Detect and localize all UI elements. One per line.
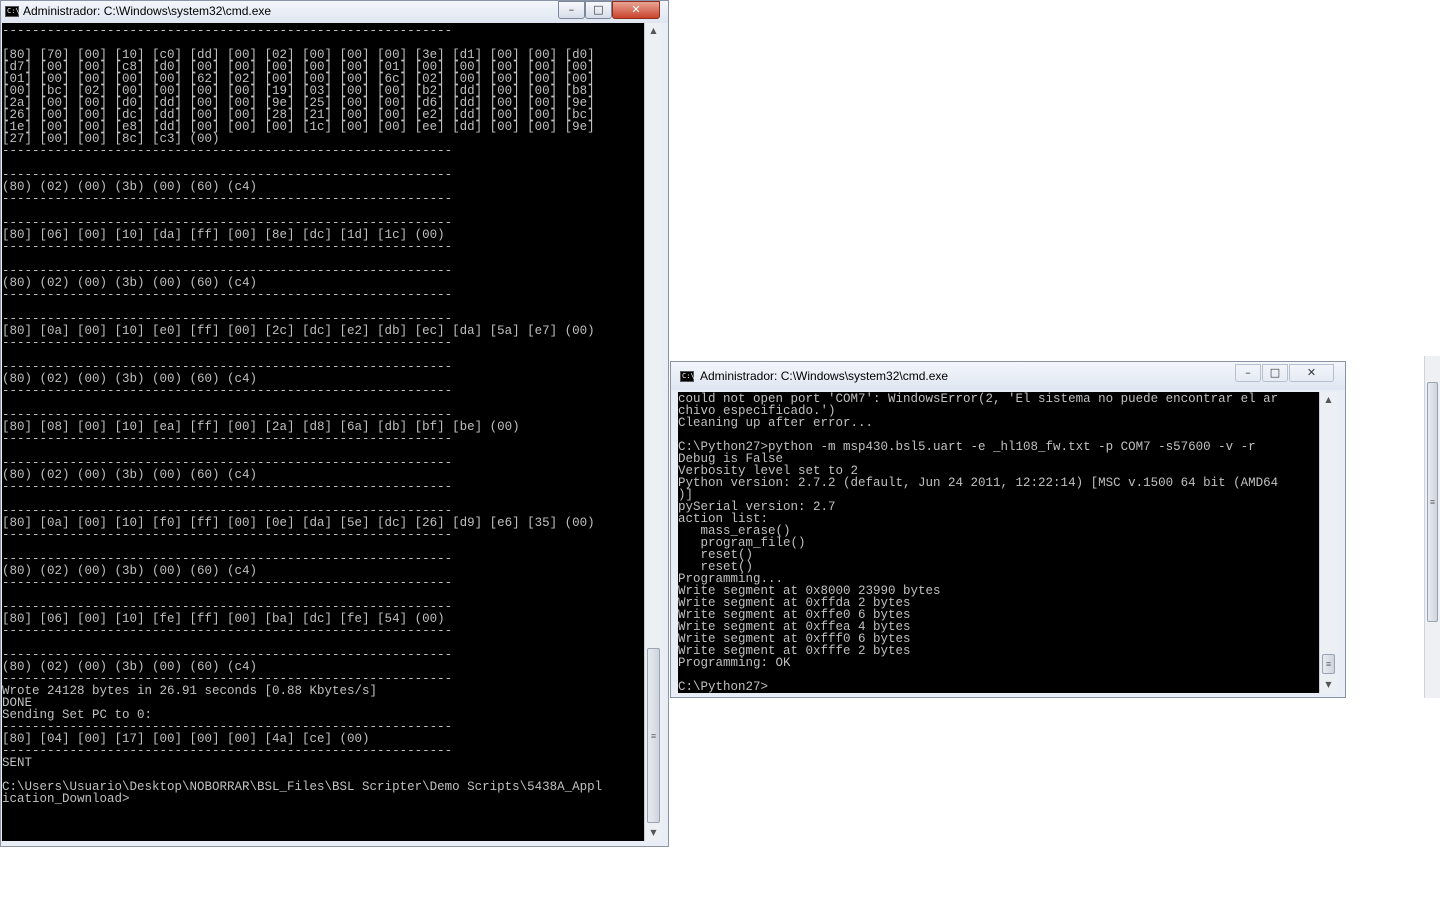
cmd-icon: C:\	[680, 371, 695, 382]
right-vertical-scrollbar[interactable]: ▲ ≡ ▼	[1319, 392, 1337, 693]
close-icon: ✕	[631, 3, 641, 16]
left-cmd-window[interactable]: C:\ Administrador: C:\Windows\system32\c…	[0, 0, 669, 847]
right-cmd-window[interactable]: C:\ Administrador: C:\Windows\system32\c…	[670, 361, 1346, 698]
minimize-icon: –	[1245, 366, 1251, 379]
background-window-scrollbar[interactable]: ≡	[1424, 356, 1440, 698]
scroll-up-icon[interactable]: ▲	[645, 23, 662, 39]
right-console-text: could not open port 'COM7': WindowsError…	[678, 392, 1279, 693]
left-vertical-scrollbar[interactable]: ▲ ≡ ▼	[644, 23, 662, 841]
left-window-titlebar[interactable]: C:\ Administrador: C:\Windows\system32\c…	[1, 1, 668, 23]
left-console-text: ----------------------------------------…	[2, 24, 603, 806]
grip-icon: ≡	[650, 730, 657, 741]
right-console-output[interactable]: could not open port 'COM7': WindowsError…	[678, 392, 1319, 693]
maximize-button[interactable]: □	[585, 1, 612, 19]
maximize-icon: □	[1269, 366, 1281, 379]
scroll-down-icon[interactable]: ▼	[645, 825, 662, 841]
close-button[interactable]: ✕	[1289, 364, 1334, 382]
minimize-button[interactable]: –	[1235, 364, 1261, 382]
scroll-up-icon[interactable]: ▲	[1320, 392, 1337, 408]
minimize-icon: –	[568, 3, 575, 16]
maximize-icon: □	[593, 3, 604, 16]
left-window-title: Administrador: C:\Windows\system32\cmd.e…	[23, 4, 272, 18]
grip-icon: ≡	[1325, 659, 1332, 669]
right-window-title: Administrador: C:\Windows\system32\cmd.e…	[700, 369, 949, 383]
background-scroll-thumb[interactable]: ≡	[1427, 382, 1438, 622]
minimize-button[interactable]: –	[558, 1, 585, 19]
scroll-down-icon[interactable]: ▼	[1320, 677, 1337, 693]
close-button[interactable]: ✕	[612, 1, 660, 19]
grip-icon: ≡	[1429, 497, 1436, 507]
left-scroll-thumb[interactable]: ≡	[647, 648, 660, 823]
close-icon: ✕	[1306, 366, 1317, 379]
maximize-button[interactable]: □	[1262, 364, 1288, 382]
cmd-icon: C:\	[5, 6, 20, 17]
right-scroll-thumb[interactable]: ≡	[1322, 654, 1335, 674]
left-console-output[interactable]: ----------------------------------------…	[2, 23, 644, 841]
right-window-titlebar[interactable]: C:\ Administrador: C:\Windows\system32\c…	[671, 362, 1345, 390]
